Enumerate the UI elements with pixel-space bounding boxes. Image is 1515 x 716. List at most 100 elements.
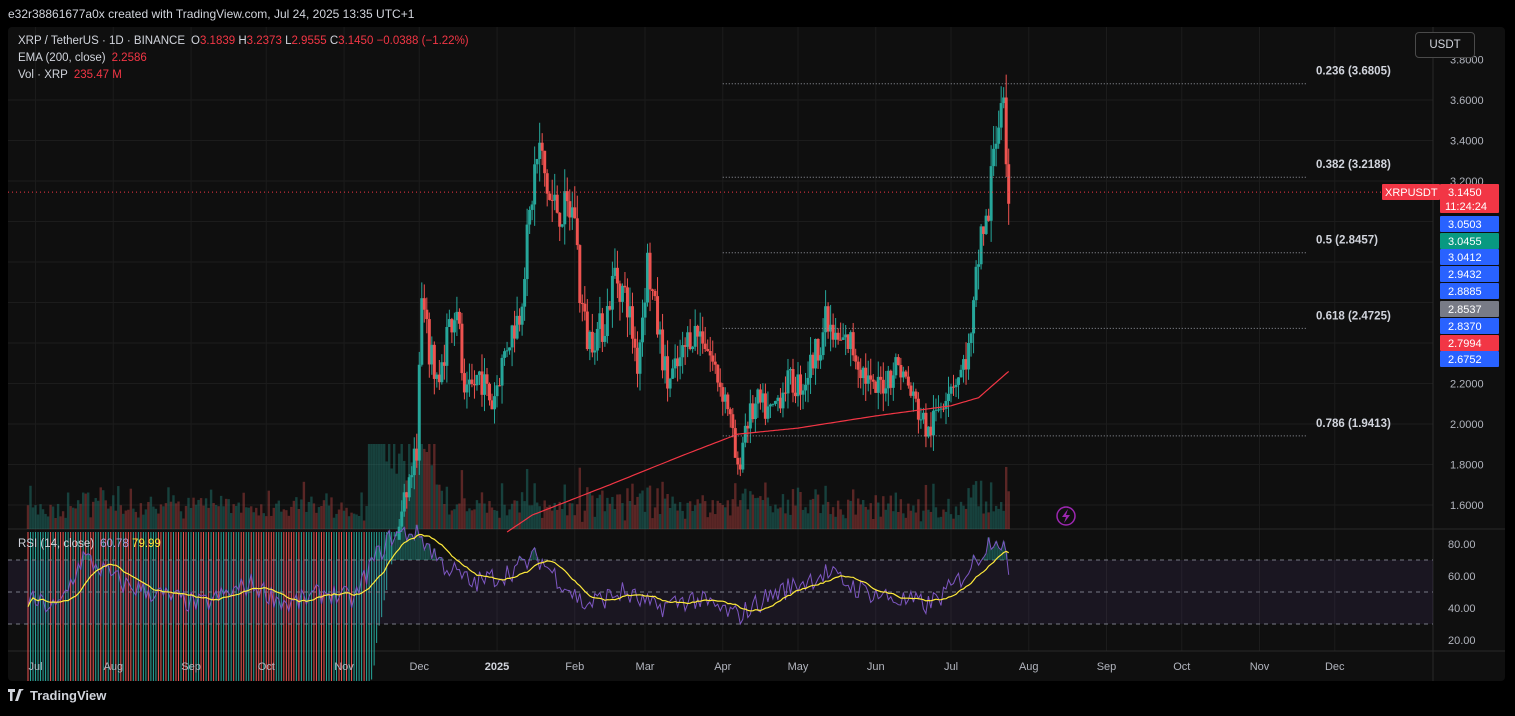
volume-bar — [912, 505, 915, 529]
candle-body — [1007, 164, 1011, 204]
volume-bar — [59, 516, 62, 529]
chart-panel[interactable]: 0.236 (3.6805) 0.382 (3.2188) 0.5 (2.8457)… — [8, 27, 1505, 681]
candle-body — [801, 390, 805, 395]
rsi-axis-tick: 60.00 — [1448, 571, 1476, 583]
candle-body — [623, 285, 627, 288]
volume-bar — [470, 510, 474, 529]
volume-bar — [724, 507, 727, 529]
candle-body — [523, 279, 527, 307]
volume-bar — [280, 511, 283, 529]
time-axis-tick: Dec — [1325, 661, 1345, 673]
volume-bar — [608, 503, 612, 529]
volume-bar — [255, 507, 258, 529]
volume-bar — [864, 506, 867, 529]
volume-bar — [74, 508, 77, 529]
volume-bar — [71, 507, 75, 529]
candle-body — [656, 296, 660, 335]
candle-body — [615, 267, 619, 284]
volume-bar — [265, 516, 268, 529]
candle-body — [854, 355, 858, 362]
candle-body — [766, 406, 770, 419]
volume-bar — [460, 470, 464, 529]
volume-bar — [495, 510, 499, 529]
candle-body — [595, 328, 599, 351]
candle-body — [957, 377, 961, 385]
legend-rsi-label: RSI (14, close) — [18, 538, 95, 550]
volume-bar — [29, 485, 32, 529]
volume-bar — [49, 504, 52, 529]
volume-bar — [260, 504, 263, 529]
volume-bar — [423, 448, 426, 529]
last-price-symbol-tag: XRPUSDT — [1385, 187, 1438, 199]
volume-bar — [939, 516, 943, 529]
volume-bar — [638, 493, 642, 529]
legend-vol-value: 235.47 M — [73, 69, 122, 81]
volume-bar — [771, 512, 775, 529]
volume-bar — [132, 508, 135, 529]
volume-bar — [377, 444, 381, 529]
volume-bar — [769, 506, 772, 529]
candle-body — [904, 371, 908, 377]
candle-body — [914, 391, 918, 399]
volume-bar — [806, 513, 810, 529]
time-axis-tick: Feb — [565, 661, 584, 673]
volume-bar — [739, 500, 742, 529]
currency-button[interactable]: USDT — [1415, 32, 1475, 58]
volume-bar — [510, 503, 514, 529]
volume-bar — [558, 501, 561, 529]
candle-body — [681, 345, 685, 358]
candle-body — [520, 306, 524, 325]
chart-svg[interactable]: 0.236 (3.6805) 0.382 (3.2188) 0.5 (2.8457)… — [8, 27, 1505, 681]
volume-bar — [485, 512, 489, 529]
volume-bar — [949, 514, 953, 529]
volume-bar — [749, 491, 752, 529]
volume-bar — [199, 498, 203, 529]
volume-bar — [809, 499, 812, 529]
volume-bar — [997, 508, 1000, 529]
volume-bar — [172, 495, 175, 529]
volume-bar — [628, 500, 632, 529]
last-price-tag: 3.1450 — [1448, 187, 1482, 199]
volume-bar — [709, 512, 712, 529]
candle-body — [417, 364, 421, 461]
volume-bar — [305, 511, 308, 529]
candle-body — [806, 377, 810, 385]
volume-bar — [563, 484, 566, 529]
volume-bar — [561, 508, 564, 529]
volume-bar — [653, 507, 657, 529]
volume-bar — [578, 467, 581, 529]
candle-body — [432, 344, 436, 379]
volume-bar — [613, 509, 617, 529]
volume-bar — [591, 495, 594, 529]
legend-high: 3.2373 — [246, 35, 282, 47]
volume-bar — [513, 500, 516, 529]
volume-bar — [824, 485, 827, 529]
volume-bar — [872, 519, 875, 529]
volume-bar — [731, 499, 734, 529]
volume-bar — [154, 508, 158, 529]
volume-bar — [621, 503, 624, 529]
volume-bar — [789, 514, 792, 529]
volume-bar — [989, 482, 993, 529]
volume-bar — [641, 490, 644, 529]
volume-bar — [994, 505, 998, 529]
candle-body — [671, 368, 675, 379]
volume-bar — [992, 511, 995, 529]
volume-bar — [455, 504, 459, 529]
candle-body — [630, 306, 634, 339]
volume-bar — [322, 500, 326, 529]
price-tag: 2.7994 — [1448, 338, 1482, 350]
tradingview-footer[interactable]: TradingView — [8, 688, 106, 708]
candle-body — [573, 207, 577, 219]
legend-ema-label: EMA (200, close) — [18, 52, 106, 64]
volume-bar — [197, 499, 200, 529]
volume-bar — [204, 498, 208, 529]
volume-bar — [435, 484, 439, 529]
volume-bar — [786, 499, 790, 529]
time-axis-tick: Dec — [409, 661, 429, 673]
candle-body — [503, 351, 507, 358]
volume-bar — [538, 506, 541, 529]
legend-open: 3.1839 — [199, 35, 236, 47]
volume-bar — [766, 497, 770, 529]
candle-body — [891, 375, 895, 388]
